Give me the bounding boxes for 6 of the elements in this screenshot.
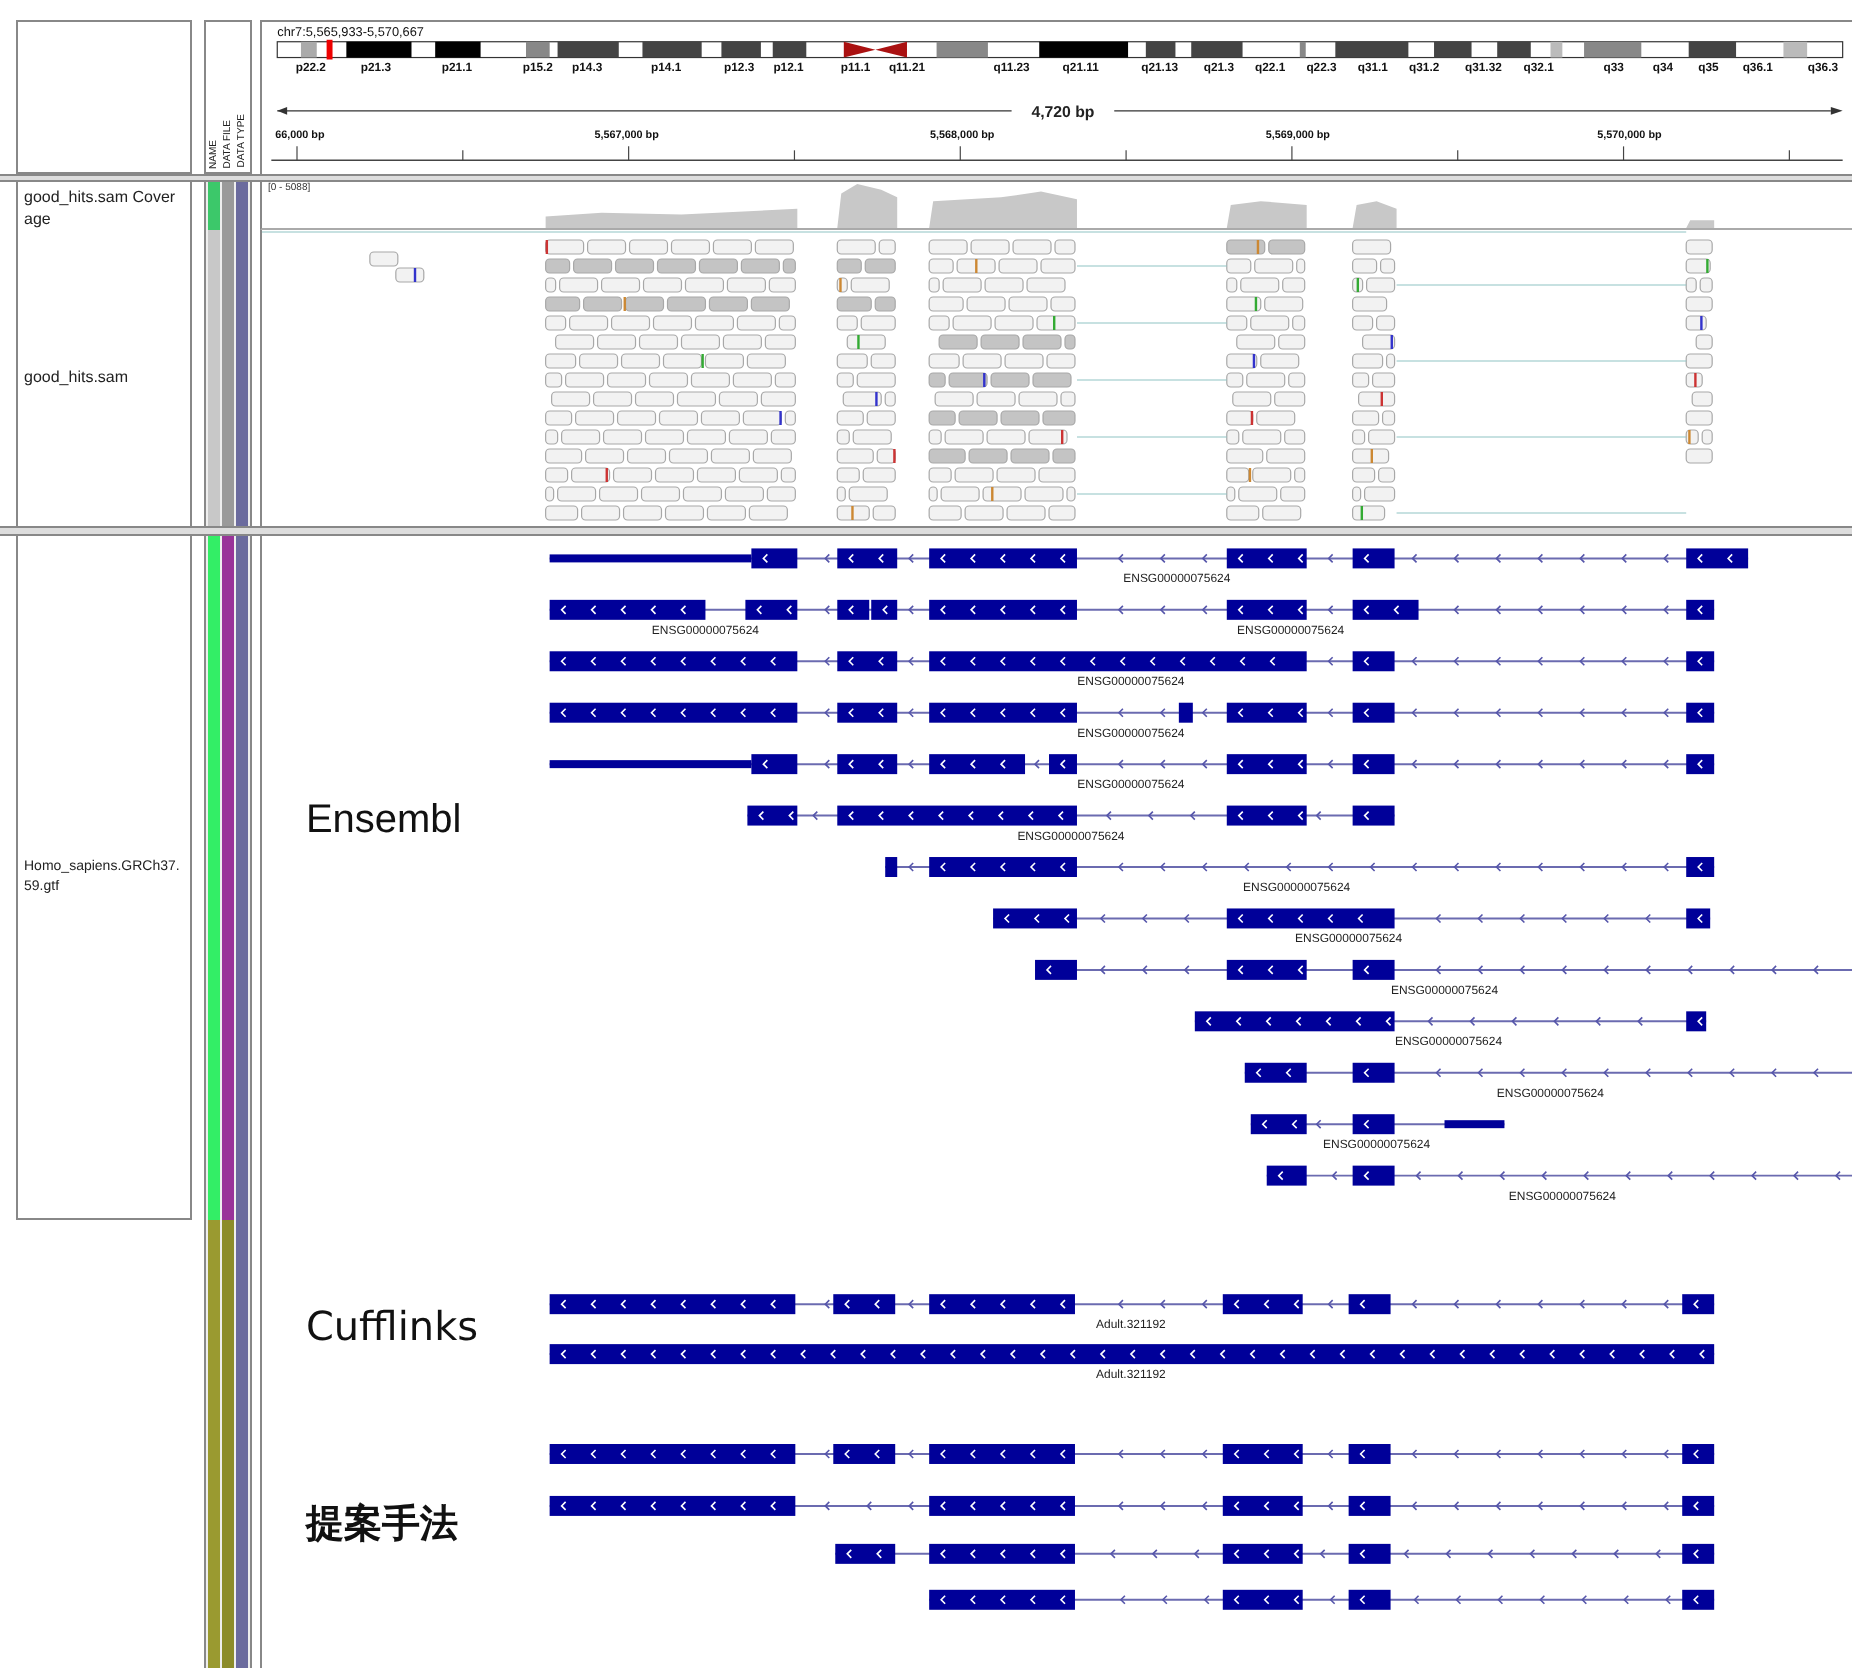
annotation-title: Cufflinks [305,1302,479,1351]
annotation-title: Ensembl [305,798,462,843]
track-name: good_hits.sam [24,366,129,390]
span-label: 4,720 bp [1031,102,1095,121]
track-name: good_hits.sam Coverage [16,182,192,230]
annotation-title: 提案手法 [305,1501,458,1546]
